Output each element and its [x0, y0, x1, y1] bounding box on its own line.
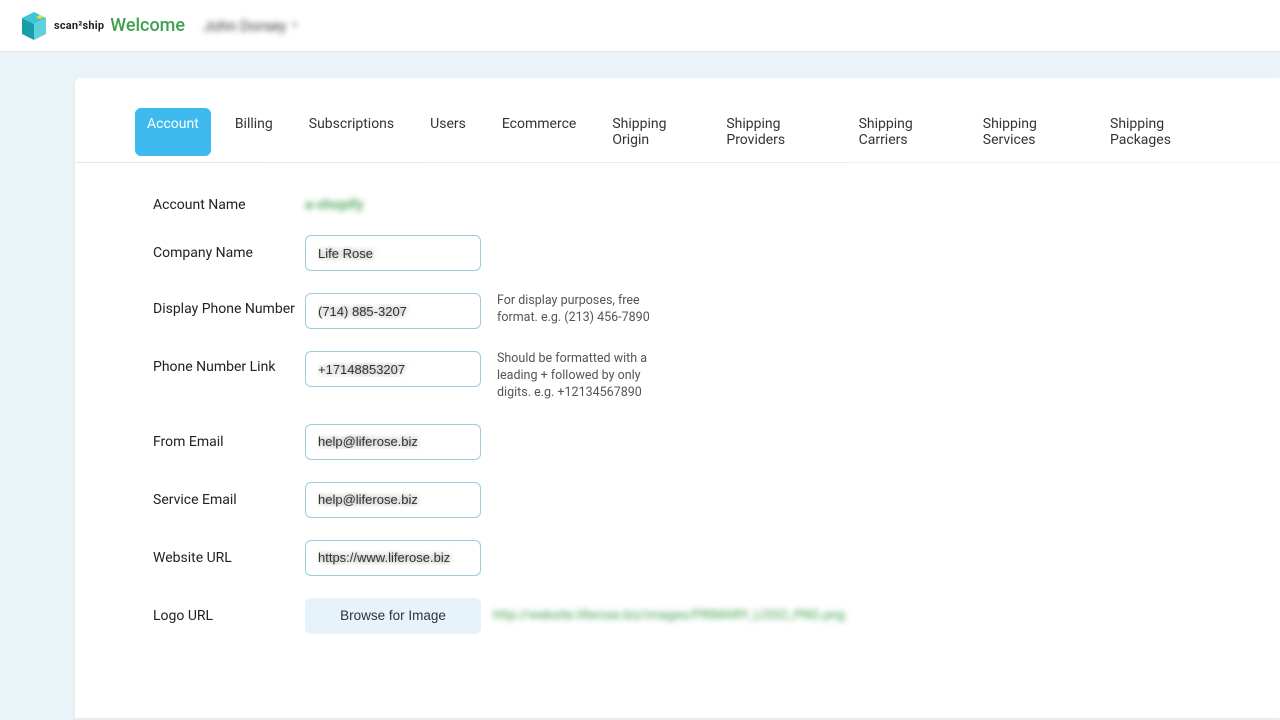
input-service-email[interactable] — [305, 482, 481, 518]
row-logo-url: Logo URL Browse for Image http://website… — [153, 598, 1220, 634]
tabs-bar: AccountBillingSubscriptionsUsersEcommerc… — [135, 108, 1220, 156]
label-logo-url: Logo URL — [153, 608, 305, 624]
tab-account[interactable]: Account — [135, 108, 211, 156]
brand-cube-icon — [20, 10, 48, 42]
row-account-name: Account Name a-shopify — [153, 197, 1220, 213]
label-service-email: Service Email — [153, 492, 305, 508]
browse-image-button[interactable]: Browse for Image — [305, 598, 481, 634]
hint-phone-link: Should be formatted with a leading + fol… — [497, 351, 657, 402]
user-menu[interactable]: John Dorsey ▾ — [203, 17, 297, 35]
input-display-phone[interactable] — [305, 293, 481, 329]
brand-text: scan²ship — [54, 19, 104, 32]
value-account-name: a-shopify — [305, 197, 363, 213]
tab-shipping-packages[interactable]: Shipping Packages — [1098, 108, 1220, 156]
tab-shipping-providers[interactable]: Shipping Providers — [714, 108, 834, 156]
row-from-email: From Email — [153, 424, 1220, 460]
divider — [75, 162, 1280, 163]
tab-shipping-services[interactable]: Shipping Services — [971, 108, 1086, 156]
app-header: scan²ship Welcome John Dorsey ▾ — [0, 0, 1280, 52]
input-phone-link[interactable] — [305, 351, 481, 387]
input-website-url[interactable] — [305, 540, 481, 576]
page-body: AccountBillingSubscriptionsUsersEcommerc… — [0, 52, 1280, 718]
label-from-email: From Email — [153, 434, 305, 450]
row-phone-link: Phone Number Link Should be formatted wi… — [153, 351, 1220, 402]
tab-ecommerce[interactable]: Ecommerce — [490, 108, 588, 156]
input-company-name[interactable] — [305, 235, 481, 271]
chevron-down-icon: ▾ — [292, 20, 297, 31]
account-form: Account Name a-shopify Company Name Disp… — [135, 187, 1220, 634]
label-display-phone: Display Phone Number — [153, 293, 305, 317]
row-display-phone: Display Phone Number For display purpose… — [153, 293, 1220, 329]
row-website-url: Website URL — [153, 540, 1220, 576]
tab-shipping-origin[interactable]: Shipping Origin — [600, 108, 702, 156]
welcome-text: Welcome — [110, 15, 185, 36]
settings-card: AccountBillingSubscriptionsUsersEcommerc… — [75, 78, 1280, 718]
tab-shipping-carriers[interactable]: Shipping Carriers — [847, 108, 959, 156]
row-service-email: Service Email — [153, 482, 1220, 518]
label-company-name: Company Name — [153, 245, 305, 261]
tab-subscriptions[interactable]: Subscriptions — [297, 108, 406, 156]
label-account-name: Account Name — [153, 197, 305, 213]
row-company-name: Company Name — [153, 235, 1220, 271]
brand: scan²ship — [20, 10, 104, 42]
tab-billing[interactable]: Billing — [223, 108, 285, 156]
label-website-url: Website URL — [153, 550, 305, 566]
hint-display-phone: For display purposes, free format. e.g. … — [497, 293, 657, 327]
value-logo-url: http://website.liferose.biz/images/PRIMA… — [493, 608, 845, 623]
username: John Dorsey — [203, 17, 286, 35]
tab-users[interactable]: Users — [418, 108, 478, 156]
label-phone-link: Phone Number Link — [153, 351, 305, 375]
input-from-email[interactable] — [305, 424, 481, 460]
